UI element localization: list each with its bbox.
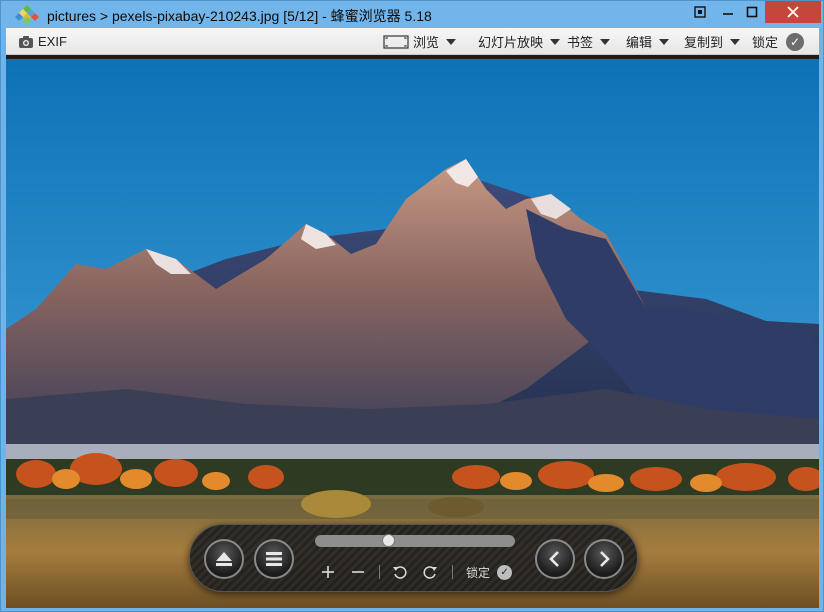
close-icon [787, 6, 799, 18]
edit-menu[interactable]: 编辑 [626, 28, 670, 55]
prev-icon [549, 551, 559, 567]
minimize-icon [723, 13, 733, 15]
check-icon: ✓ [786, 32, 805, 51]
minimize-button[interactable] [715, 1, 741, 23]
browse-frame-icon [383, 34, 409, 49]
progress-knob[interactable] [382, 534, 395, 547]
window-title: pictures > pexels-pixabay-210243.jpg [5/… [47, 8, 432, 24]
chevron-down-icon [659, 38, 670, 45]
copy-to-menu[interactable]: 复制到 [684, 28, 741, 55]
menu-icon [266, 552, 282, 566]
rotate-right-icon [423, 566, 437, 579]
bookmark-menu[interactable]: 书签 [567, 28, 611, 55]
rotate-left-button[interactable] [390, 561, 410, 583]
controlbar-lock-label: 锁定 [466, 565, 491, 580]
zoom-in-button[interactable] [318, 561, 338, 583]
slideshow-menu[interactable]: 幻灯片放映 [478, 28, 561, 55]
app-window: pictures > pexels-pixabay-210243.jpg [5/… [0, 0, 824, 612]
bookmark-label: 书签 [567, 35, 594, 50]
browse-menu[interactable]: 浏览 [383, 28, 457, 55]
previous-image-button[interactable] [535, 539, 575, 579]
app-diamond-icon [15, 5, 39, 25]
rotate-right-button[interactable] [420, 561, 440, 583]
close-button[interactable] [765, 1, 821, 23]
check-icon: ✓ [497, 564, 513, 580]
copy-to-label: 复制到 [684, 35, 724, 50]
next-icon [600, 551, 610, 567]
chevron-down-icon [446, 38, 457, 45]
progress-slider[interactable] [315, 534, 515, 547]
lock-toggle[interactable]: 锁定 ✓ [752, 28, 805, 55]
slideshow-label: 幻灯片放映 [478, 35, 544, 50]
maximize-icon [746, 6, 758, 18]
title-bar[interactable]: pictures > pexels-pixabay-210243.jpg [5/… [1, 1, 823, 28]
exif-label: EXIF [38, 34, 67, 49]
fullscreen-button[interactable] [689, 1, 711, 23]
rotate-left-icon [393, 566, 407, 579]
browse-label: 浏览 [413, 35, 440, 50]
chevron-down-icon [730, 38, 741, 45]
lock-label: 锁定 [752, 35, 779, 50]
zoom-out-button[interactable] [348, 561, 368, 583]
menu-button[interactable] [254, 539, 294, 579]
exif-button[interactable]: EXIF [18, 28, 67, 55]
eject-icon [216, 552, 232, 566]
controlbar-lock-toggle[interactable]: 锁定 ✓ [466, 561, 513, 583]
zoom-out-icon [352, 571, 364, 573]
next-image-button[interactable] [584, 539, 624, 579]
camera-icon [19, 35, 33, 48]
maximize-button[interactable] [741, 1, 763, 23]
divider [379, 565, 380, 579]
playback-control-bar: 锁定 ✓ [189, 524, 638, 592]
fullscreen-icon [694, 6, 706, 18]
menu-toolbar: EXIF 浏览 幻灯片放映 书签 编辑 复制到 锁定 ✓ [6, 28, 819, 55]
chevron-down-icon [600, 38, 611, 45]
image-viewer[interactable]: 锁定 ✓ [6, 55, 819, 608]
chevron-down-icon [550, 38, 561, 45]
divider [452, 565, 453, 579]
zoom-in-icon [322, 566, 334, 578]
eject-button[interactable] [204, 539, 244, 579]
edit-label: 编辑 [626, 35, 653, 50]
